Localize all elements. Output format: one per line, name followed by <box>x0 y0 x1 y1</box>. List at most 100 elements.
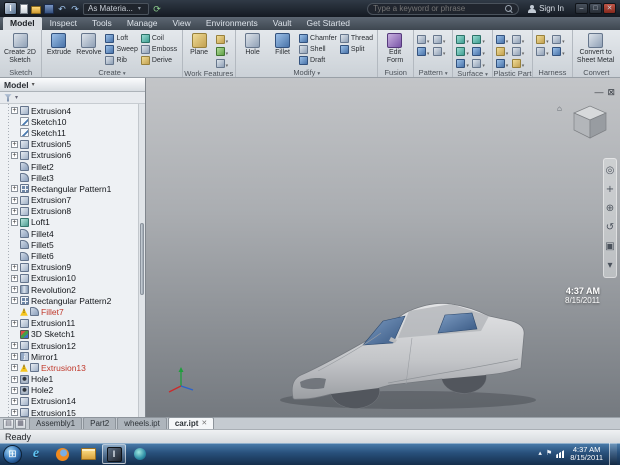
home-icon[interactable]: ⌂ <box>557 104 562 113</box>
boss-icon[interactable] <box>511 34 527 45</box>
update-icon[interactable]: ⟳ <box>152 4 162 14</box>
fillet-button[interactable]: Fillet <box>269 32 296 57</box>
tree-item[interactable]: Extrusion9 <box>4 262 145 273</box>
document-tab[interactable]: Assembly1 <box>29 417 83 429</box>
tree-item[interactable]: Rectangular Pattern2 <box>4 295 145 306</box>
redo-icon[interactable]: ↷ <box>70 4 80 14</box>
search-icon[interactable] <box>505 4 513 13</box>
inventor-icon[interactable] <box>102 444 126 464</box>
expand-icon[interactable] <box>11 409 18 417</box>
expand-icon[interactable] <box>11 319 18 327</box>
tile-windows-icon[interactable] <box>15 419 26 429</box>
expand-icon[interactable] <box>11 196 18 204</box>
rib-button[interactable]: Rib <box>105 55 137 65</box>
tree-item[interactable]: Revolution2 <box>4 284 145 295</box>
view-cube[interactable]: ⌂ <box>557 102 612 144</box>
document-close-icon[interactable]: ⊠ <box>607 88 615 97</box>
sweep-button[interactable]: Sweep <box>105 44 138 54</box>
work-ucs-icon[interactable] <box>215 58 231 69</box>
split-button[interactable]: Split <box>339 44 373 54</box>
sign-in-button[interactable]: Sign In <box>528 4 564 13</box>
windows-explorer-icon[interactable] <box>76 444 100 464</box>
tree-item[interactable]: Sketch11 <box>4 127 145 138</box>
expand-icon[interactable] <box>11 342 18 350</box>
grille-icon[interactable] <box>495 34 511 45</box>
document-tab[interactable]: car.ipt <box>167 417 215 429</box>
network-icon[interactable] <box>556 450 565 458</box>
show-hidden-icons[interactable]: ▴ <box>538 450 542 458</box>
expand-icon[interactable] <box>11 140 18 148</box>
application-menu-button[interactable]: I <box>4 2 17 15</box>
expand-icon[interactable] <box>11 297 18 305</box>
tree-item[interactable]: Fillet2 <box>4 161 145 172</box>
route-icon[interactable] <box>552 34 567 45</box>
ribbon-tab[interactable]: Vault <box>266 17 299 30</box>
rest-icon[interactable] <box>495 46 511 57</box>
expand-icon[interactable] <box>11 207 18 215</box>
tree-item[interactable]: Extrusion15 <box>4 407 145 417</box>
rule-fillet-icon[interactable] <box>495 58 511 69</box>
open-file-icon[interactable] <box>31 5 41 14</box>
tree-item[interactable]: Extrusion14 <box>4 396 145 407</box>
document-tab[interactable]: wheels.ipt <box>117 417 167 429</box>
start-button[interactable] <box>3 444 22 464</box>
sculpt-icon[interactable] <box>472 34 487 45</box>
taskbar-clock[interactable]: 4:37 AM 8/15/2011 <box>568 445 605 463</box>
car-model-canvas[interactable] <box>146 78 620 417</box>
create-harness-icon[interactable] <box>536 34 551 45</box>
arrange-windows-icon[interactable] <box>3 419 14 429</box>
ribbon-tab[interactable]: Inspect <box>43 17 84 30</box>
segment-icon[interactable] <box>536 46 551 57</box>
mirror-icon[interactable] <box>416 46 432 57</box>
zoom-icon[interactable]: ⊕ <box>604 199 616 218</box>
tree-item[interactable]: Fillet3 <box>4 172 145 183</box>
expand-icon[interactable] <box>11 151 18 159</box>
ribbon-tab[interactable]: Tools <box>85 17 119 30</box>
extrude-button[interactable]: Extrude <box>45 32 72 57</box>
rectangular-pattern-icon[interactable] <box>416 34 432 45</box>
close-button[interactable]: ✕ <box>603 3 616 14</box>
tree-item[interactable]: Loft1 <box>4 217 145 228</box>
chevron-down-icon[interactable]: ▾ <box>15 94 18 101</box>
tree-item[interactable]: Hole2 <box>4 385 145 396</box>
derive-button[interactable]: Derive <box>140 55 177 65</box>
search-input[interactable] <box>373 4 502 13</box>
tree-item[interactable]: Mirror1 <box>4 351 145 362</box>
tree-item[interactable]: Rectangular Pattern1 <box>4 183 145 194</box>
firefox-icon[interactable] <box>50 444 74 464</box>
tree-item[interactable]: Extrusion11 <box>4 318 145 329</box>
expand-icon[interactable] <box>11 353 18 361</box>
close-tab-icon[interactable] <box>201 420 207 427</box>
more-tools-icon[interactable]: ▾ <box>604 256 616 275</box>
connector-icon[interactable] <box>552 46 567 57</box>
tree-item[interactable]: Extrusion4 <box>4 105 145 116</box>
tree-item[interactable]: Fillet4 <box>4 228 145 239</box>
document-minimize-icon[interactable]: — <box>594 88 603 97</box>
tree-item[interactable]: Extrusion13 <box>4 362 145 373</box>
new-file-icon[interactable] <box>20 3 28 14</box>
expand-icon[interactable] <box>11 386 18 394</box>
undo-icon[interactable]: ↶ <box>57 4 67 14</box>
action-center-icon[interactable]: ⚑ <box>546 450 552 458</box>
expand-icon[interactable] <box>11 274 18 282</box>
expand-icon[interactable] <box>11 364 18 372</box>
document-tab[interactable]: Part2 <box>83 417 117 429</box>
tree-item[interactable]: 3D Sketch1 <box>4 329 145 340</box>
tree-item[interactable]: Fillet6 <box>4 250 145 261</box>
plane-button[interactable]: Plane <box>186 32 213 57</box>
material-dropdown[interactable]: As Materia... ▾ <box>83 2 149 15</box>
tree-item[interactable]: Extrusion6 <box>4 150 145 161</box>
tree-item[interactable]: Fillet7 <box>4 306 145 317</box>
edit-form-button[interactable]: Edit Form <box>381 32 408 64</box>
tree-item[interactable]: Extrusion12 <box>4 340 145 351</box>
expand-icon[interactable] <box>11 397 18 405</box>
model-viewport[interactable]: — ⊠ ⌂ ◎ + ⊕ ↺ ▣ ▾ 4:37 AM 8/15/2011 <box>146 78 620 417</box>
save-icon[interactable] <box>44 3 54 14</box>
show-desktop-button[interactable] <box>609 443 617 465</box>
ribbon-tab[interactable]: View <box>166 17 198 30</box>
circular-pattern-icon[interactable] <box>432 34 448 45</box>
expand-icon[interactable] <box>11 107 18 115</box>
maximize-button[interactable]: □ <box>589 3 602 14</box>
browser-header[interactable]: Model ▾ <box>0 78 145 92</box>
tree-item[interactable]: Extrusion10 <box>4 273 145 284</box>
